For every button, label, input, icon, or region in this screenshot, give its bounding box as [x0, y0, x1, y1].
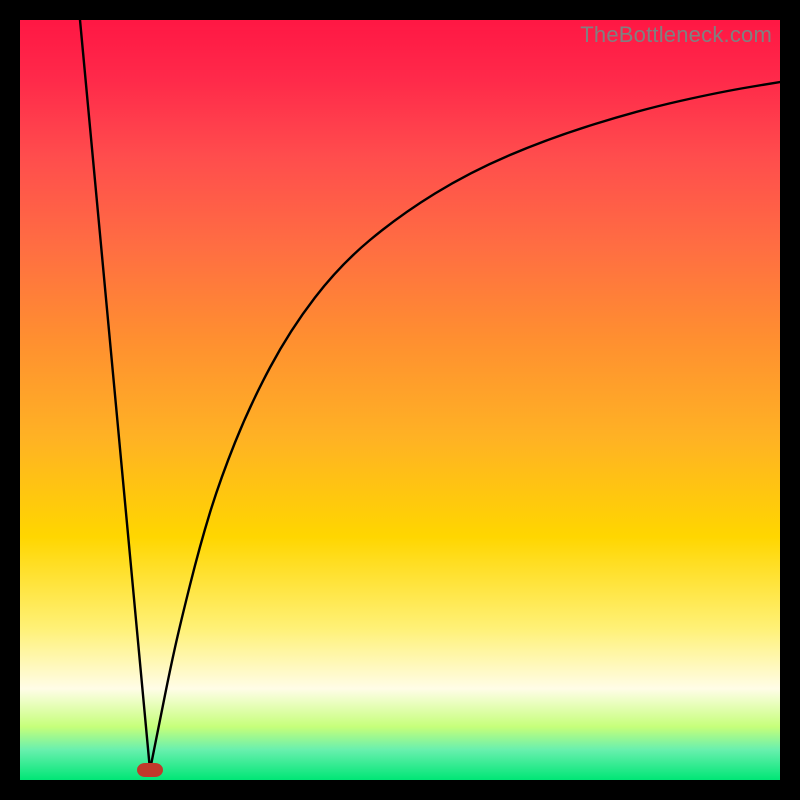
curve-left-branch — [80, 20, 150, 770]
chart-frame: TheBottleneck.com — [0, 0, 800, 800]
plot-area: TheBottleneck.com — [20, 20, 780, 780]
curve-layer — [20, 20, 780, 780]
curve-right-branch — [150, 82, 780, 770]
watermark-text: TheBottleneck.com — [580, 22, 772, 48]
minimum-marker — [137, 763, 163, 777]
